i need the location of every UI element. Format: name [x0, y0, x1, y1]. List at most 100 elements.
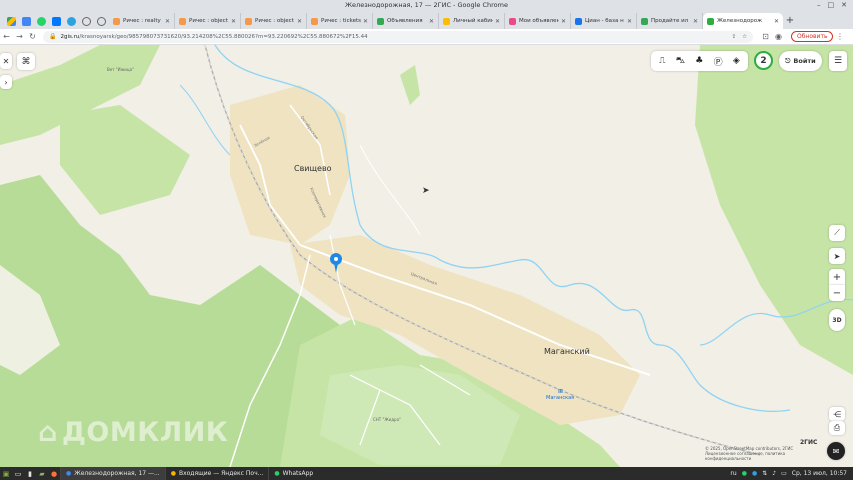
keyboard-layout[interactable]: ru [730, 470, 736, 477]
whatsapp-tray-icon[interactable]: ● [742, 470, 747, 477]
close-panel-button[interactable]: ✕ [0, 53, 12, 69]
chat-support-button[interactable]: ✉ [827, 442, 845, 460]
hamburger-menu-button[interactable]: ☰ [829, 51, 847, 71]
menu-kebab-icon[interactable]: ⋮ [833, 32, 846, 41]
layers-icon[interactable]: ◈ [733, 56, 740, 66]
close-tab-icon[interactable]: ✕ [693, 18, 698, 25]
print-button[interactable]: ⎙ [829, 421, 845, 435]
close-tab-icon[interactable]: ✕ [297, 18, 302, 25]
clock[interactable]: Ср, 13 июл, 10:57 [792, 470, 847, 477]
tab-riches-object-2[interactable]: Ричес : object ✕ [241, 13, 307, 29]
network-icon[interactable]: ⇅ [762, 470, 767, 477]
map-canvas[interactable]: Свищево Маганский Маганская Вет "Ижица" … [0, 45, 853, 467]
mouse-cursor-icon: ➤ [422, 186, 430, 196]
map-station-maganskaya[interactable]: Маганская [546, 395, 574, 401]
close-tab-icon[interactable]: ✕ [561, 18, 566, 25]
locate-button[interactable]: ➤ [829, 248, 845, 264]
tab-prodayte[interactable]: Продайте ил ✕ [637, 13, 703, 29]
pinned-tab-apps[interactable] [19, 13, 34, 29]
taskbar-app-chrome[interactable]: ● Железнодорожная, 17 —... [60, 467, 165, 480]
close-tab-icon[interactable]: ✕ [774, 18, 779, 25]
transport-icon[interactable]: ⛍ [676, 56, 685, 67]
pinned-tab-vk[interactable] [49, 13, 64, 29]
zoom-out-button[interactable]: − [829, 285, 845, 301]
close-tab-icon[interactable]: ✕ [363, 18, 368, 25]
house-icon: ⌂ [38, 417, 58, 448]
map-place-svishchevo[interactable]: Свищево [294, 164, 332, 173]
tab-strip: Ричес : realty ✕ Ричес : object ✕ Ричес : … [0, 11, 853, 29]
ruler-icon: ⟋ [834, 228, 840, 237]
navigation-arrow-icon: ➤ [833, 251, 841, 261]
minimize-button[interactable]: – [817, 0, 821, 11]
address-bar[interactable]: 🔒 2gis.ru/krasnoyarsk/geo/98579807373162… [43, 30, 753, 43]
zoom-in-button[interactable]: + [829, 269, 845, 285]
taskbar-app-whatsapp[interactable]: ● WhatsApp [268, 467, 318, 480]
files-icon[interactable]: ▰ [36, 468, 48, 480]
terminal-icon[interactable]: ▮ [24, 468, 36, 480]
back-button[interactable]: ← [0, 32, 13, 41]
map-layer-toolbar: ⎍ ⛍ ♣ Ⓟ ◈ [651, 51, 748, 71]
close-tab-icon[interactable]: ✕ [495, 18, 500, 25]
chrome-icon: ● [66, 470, 72, 477]
volume-icon[interactable]: ♪ [772, 470, 776, 477]
update-button[interactable]: Обновить [791, 31, 834, 42]
pinned-tab-message[interactable] [94, 13, 109, 29]
forward-button[interactable]: → [13, 32, 26, 41]
parking-icon[interactable]: Ⓟ [714, 55, 723, 68]
firefox-icon[interactable]: ● [48, 468, 60, 480]
pinned-tab-whatsapp[interactable] [34, 13, 49, 29]
pinned-tab-drive[interactable] [4, 13, 19, 29]
tab-moi-obyavleniya[interactable]: Мои объявлен ✕ [505, 13, 571, 29]
os-taskbar: ▣ ▭ ▮ ▰ ● ● Железнодорожная, 17 —... ● Вхо… [0, 467, 853, 480]
telegram-tray-icon[interactable]: ● [752, 470, 757, 477]
notification-badge[interactable]: 2 [754, 51, 773, 70]
ruler-button[interactable]: ⟋ [829, 225, 845, 241]
window-title: Железнодорожная, 17 — 2ГИС - Google Chro… [0, 0, 853, 11]
map-place-sad-izhica: Вет "Ижица" [107, 67, 134, 72]
browser-toolbar: ← → ↻ 🔒 2gis.ru/krasnoyarsk/geo/98579807… [0, 29, 853, 45]
chat-bubble-icon: ✉ [832, 446, 840, 456]
tab-cian[interactable]: Циан - база н ✕ [571, 13, 637, 29]
close-window-button[interactable]: ✕ [841, 0, 847, 11]
start-menu-icon[interactable]: ▣ [0, 468, 12, 480]
extensions-icon[interactable]: ⊡ [759, 32, 772, 41]
tab-favicon-icon [179, 17, 186, 25]
pinned-tab-telegram[interactable] [64, 13, 79, 29]
login-button[interactable]: ⎋ Войти [779, 51, 822, 71]
whatsapp-icon: ● [274, 470, 280, 477]
tree-icon[interactable]: ♣ [695, 56, 703, 66]
battery-icon[interactable]: ▭ [781, 470, 787, 477]
taskbar-app-yandex-mail[interactable]: ● Входящие — Яндекс Поч... [164, 467, 269, 480]
tab-favicon-icon [707, 17, 714, 25]
mail-icon: ● [170, 470, 176, 477]
route-icon[interactable]: ⌘ [17, 53, 35, 70]
tab-riches-object-1[interactable]: Ричес : object ✕ [175, 13, 241, 29]
pinned-tab-chat[interactable] [79, 13, 94, 29]
profile-avatar[interactable]: ◉ [772, 32, 785, 41]
tab-lichnyy-kabinet[interactable]: Личный кабин ✕ [439, 13, 505, 29]
reload-button[interactable]: ↻ [26, 32, 39, 41]
expand-panel-button[interactable]: › [0, 75, 12, 89]
tab-zheleznodorozhnaya[interactable]: Железнодорож ✕ [703, 13, 783, 29]
share-button[interactable]: ⋲ [829, 407, 845, 421]
bookmark-star-icon[interactable]: ☆ [742, 34, 747, 40]
tab-riches-tickets[interactable]: Ричес : tickets ✕ [307, 13, 373, 29]
maximize-button[interactable]: □ [828, 0, 835, 11]
drive-icon [7, 16, 16, 26]
close-tab-icon[interactable]: ✕ [627, 18, 632, 25]
traffic-lights-icon[interactable]: ⎍ [659, 56, 665, 66]
close-tab-icon[interactable]: ✕ [429, 18, 434, 25]
map-place-maganskiy[interactable]: Маганский [544, 347, 590, 356]
tab-riches-realty[interactable]: Ричес : realty ✕ [109, 13, 175, 29]
new-tab-button[interactable]: + [783, 13, 797, 29]
mode-3d-button[interactable]: 3D [829, 309, 845, 331]
tab-obyavleniya[interactable]: Объявления ✕ [373, 13, 439, 29]
tab-favicon-icon [443, 17, 450, 25]
station-icon: ⊞ [558, 388, 564, 395]
telegram-icon [67, 16, 76, 26]
close-tab-icon[interactable]: ✕ [231, 18, 236, 25]
close-tab-icon[interactable]: ✕ [165, 18, 170, 25]
desktop-icon[interactable]: ▭ [12, 468, 24, 480]
share-icon[interactable]: ⇪ [731, 34, 736, 40]
address-url: 2gis.ru/krasnoyarsk/geo/985798073731620/… [60, 33, 368, 40]
